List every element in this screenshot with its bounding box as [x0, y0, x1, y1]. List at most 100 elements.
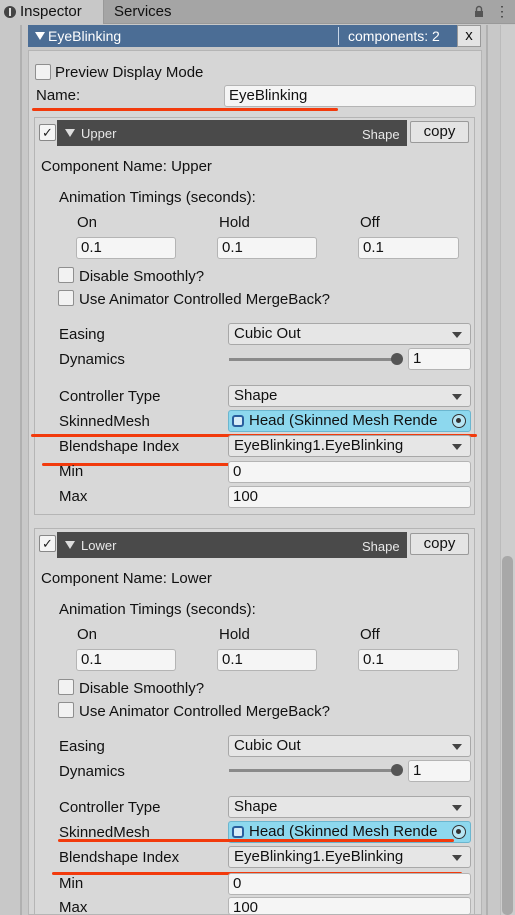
on-label: On [77, 214, 98, 231]
component-lower-header-type: Shape [362, 539, 400, 554]
controller-type-label: Controller Type [59, 799, 161, 816]
controller-type-value: Shape [234, 798, 278, 815]
hold-label: Hold [219, 214, 250, 231]
easing-label: Easing [59, 326, 105, 343]
copy-button[interactable]: copy [410, 533, 469, 555]
easing-label: Easing [59, 738, 105, 755]
foldout-arrow-icon[interactable] [65, 541, 75, 549]
dynamics-input[interactable]: 1 [408, 348, 471, 370]
min-label: Min [59, 463, 84, 480]
off-input[interactable]: 0.1 [358, 649, 459, 671]
component-title: EyeBlinking [48, 28, 122, 44]
chevron-down-icon [452, 855, 462, 861]
annotation-underline [58, 839, 454, 842]
scrollbar-thumb[interactable] [502, 556, 513, 915]
disable-smoothly-checkbox[interactable] [58, 267, 74, 283]
controller-type-label: Controller Type [59, 388, 161, 405]
dynamics-label: Dynamics [59, 351, 125, 368]
component-lower-header[interactable]: Lower Shape [57, 532, 407, 558]
blendshape-index-dropdown[interactable]: EyeBlinking1.EyeBlinking [228, 846, 471, 868]
object-picker-icon[interactable] [452, 414, 466, 428]
controller-type-value: Shape [234, 387, 278, 404]
controller-type-dropdown[interactable]: Shape [228, 796, 471, 818]
close-button[interactable]: x [457, 25, 481, 47]
component-name-label: Component Name: Upper [41, 158, 212, 175]
skinned-mesh-field[interactable]: Head (Skinned Mesh Rende [228, 410, 471, 432]
hold-label: Hold [219, 626, 250, 643]
blendshape-index-label: Blendshape Index [59, 849, 180, 866]
object-picker-icon[interactable] [452, 825, 466, 839]
skinned-mesh-value: Head (Skinned Mesh Rende [249, 823, 438, 840]
skinned-mesh-icon [232, 415, 244, 427]
on-input[interactable]: 0.1 [76, 649, 176, 671]
chevron-down-icon [452, 444, 462, 450]
min-input[interactable]: 0 [228, 873, 471, 895]
min-label: Min [59, 875, 84, 892]
disable-smoothly-label: Disable Smoothly? [79, 268, 205, 285]
on-input[interactable]: 0.1 [76, 237, 176, 259]
blendshape-index-value: EyeBlinking1.EyeBlinking [234, 437, 404, 454]
dynamics-slider-track[interactable] [229, 769, 399, 772]
dynamics-slider-handle[interactable] [391, 764, 403, 776]
chevron-down-icon [452, 744, 462, 750]
easing-dropdown[interactable]: Cubic Out [228, 735, 471, 757]
blendshape-index-dropdown[interactable]: EyeBlinking1.EyeBlinking [228, 435, 471, 457]
merge-back-label: Use Animator Controlled MergeBack? [79, 703, 330, 720]
chevron-down-icon [452, 332, 462, 338]
disable-smoothly-label: Disable Smoothly? [79, 680, 205, 697]
merge-back-label: Use Animator Controlled MergeBack? [79, 291, 330, 308]
off-input[interactable]: 0.1 [358, 237, 459, 259]
controller-type-dropdown[interactable]: Shape [228, 385, 471, 407]
max-input[interactable]: 100 [228, 897, 471, 915]
max-input[interactable]: 100 [228, 486, 471, 508]
component-name-label: Component Name: Lower [41, 570, 212, 587]
kebab-menu-icon[interactable]: ⋮ [495, 4, 509, 18]
merge-back-checkbox[interactable] [58, 290, 74, 306]
skinned-mesh-value: Head (Skinned Mesh Rende [249, 412, 438, 429]
preview-display-mode-label: Preview Display Mode [55, 64, 204, 81]
on-label: On [77, 626, 98, 643]
dynamics-slider-track[interactable] [229, 358, 399, 361]
blendshape-index-label: Blendshape Index [59, 438, 180, 455]
copy-button[interactable]: copy [410, 121, 469, 143]
max-label: Max [59, 488, 88, 505]
lock-icon[interactable] [474, 5, 484, 18]
foldout-arrow-icon[interactable] [65, 129, 75, 137]
hold-input[interactable]: 0.1 [217, 649, 317, 671]
skinned-mesh-label: SkinnedMesh [59, 413, 150, 430]
component-lower-header-name: Lower [81, 538, 117, 553]
preview-display-mode-checkbox[interactable] [35, 64, 51, 80]
dynamics-label: Dynamics [59, 763, 125, 780]
name-input[interactable]: EyeBlinking [224, 85, 476, 107]
easing-value: Cubic Out [234, 737, 301, 754]
tab-inspector[interactable]: Inspector [0, 0, 104, 24]
inspector-icon [4, 6, 16, 18]
component-upper-header-name: Upper [81, 126, 117, 141]
animation-timings-label: Animation Timings (seconds): [59, 189, 256, 206]
name-label: Name: [36, 87, 81, 104]
component-header[interactable]: EyeBlinking components: 2 [28, 25, 480, 47]
merge-back-checkbox[interactable] [58, 702, 74, 718]
component-lower-enabled-checkbox[interactable]: ✓ [39, 535, 56, 552]
animation-timings-label: Animation Timings (seconds): [59, 601, 256, 618]
tab-inspector-label: Inspector [20, 3, 82, 20]
components-count: components: 2 [348, 28, 440, 44]
easing-dropdown[interactable]: Cubic Out [228, 323, 471, 345]
dynamics-input[interactable]: 1 [408, 760, 471, 782]
min-input[interactable]: 0 [228, 461, 471, 483]
tab-services[interactable]: Services [114, 0, 172, 24]
foldout-arrow-icon[interactable] [35, 32, 45, 40]
component-upper-header-type: Shape [362, 127, 400, 142]
header-divider [338, 27, 339, 45]
off-label: Off [360, 626, 380, 643]
skinned-mesh-icon [232, 826, 244, 838]
annotation-underline [32, 108, 338, 111]
max-label: Max [59, 899, 88, 915]
hold-input[interactable]: 0.1 [217, 237, 317, 259]
component-upper-header[interactable]: Upper Shape [57, 120, 407, 146]
disable-smoothly-checkbox[interactable] [58, 679, 74, 695]
chevron-down-icon [452, 805, 462, 811]
easing-value: Cubic Out [234, 325, 301, 342]
dynamics-slider-handle[interactable] [391, 353, 403, 365]
component-upper-enabled-checkbox[interactable]: ✓ [39, 124, 56, 141]
